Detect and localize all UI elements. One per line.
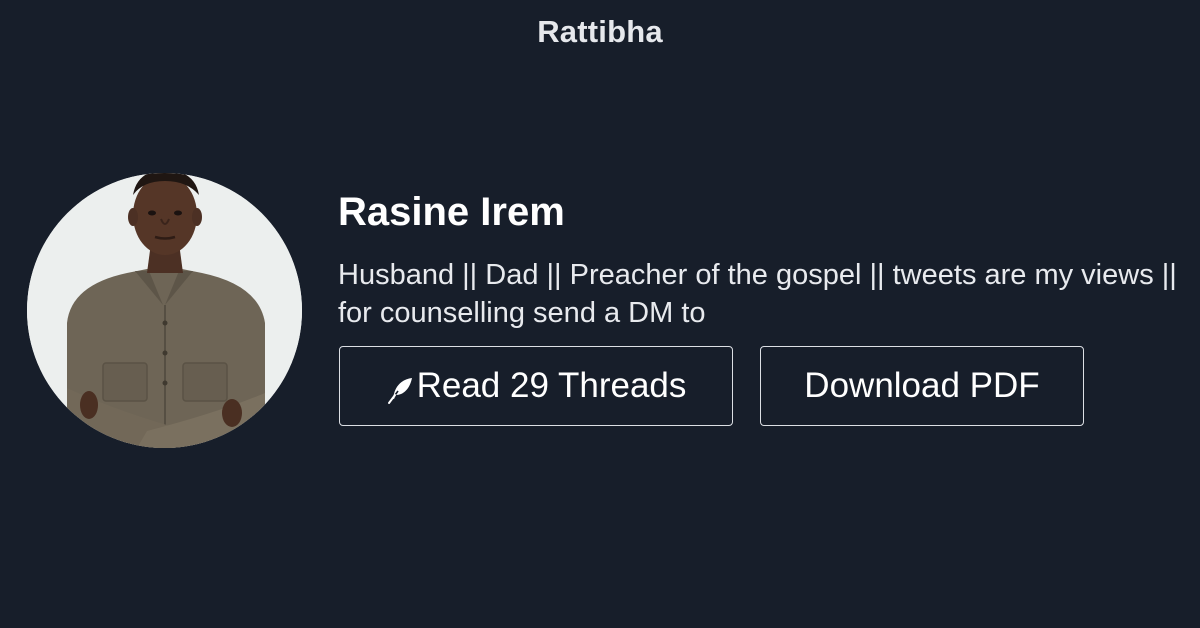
card: Rattibha Rasine Irem Husband || Dad || P…: [0, 0, 1200, 628]
profile-name: Rasine Irem: [338, 190, 565, 234]
profile-bio: Husband || Dad || Preacher of the gospel…: [338, 259, 1177, 329]
feather-icon: [386, 374, 416, 404]
read-threads-label: Read 29 Threads: [416, 366, 687, 405]
avatar: [27, 173, 302, 448]
download-pdf-label: Download PDF: [804, 366, 1040, 405]
brand-title: Rattibha: [537, 14, 663, 49]
download-pdf-button[interactable]: Download PDF: [760, 346, 1084, 426]
profile-photo: [27, 173, 302, 448]
read-threads-button[interactable]: Read 29 Threads: [339, 346, 733, 426]
